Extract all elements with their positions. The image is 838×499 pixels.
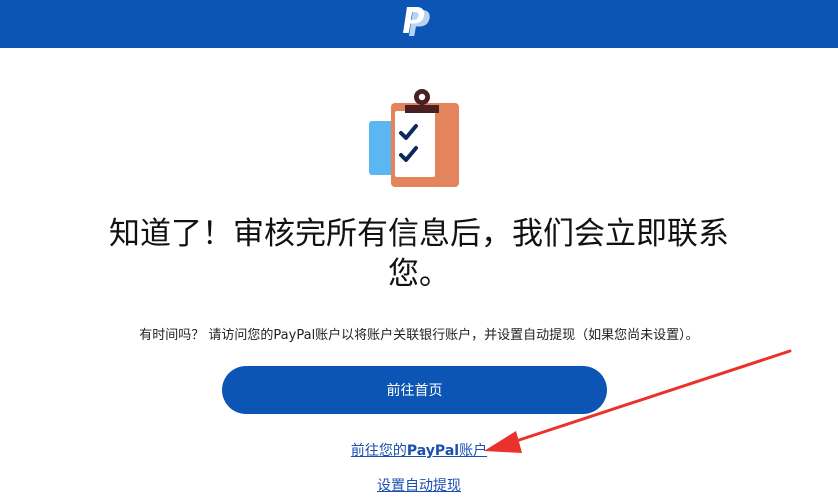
paypal-logo-icon[interactable] — [397, 4, 437, 44]
headline-line-1: 知道了！审核完所有信息后，我们会立即联系 — [109, 216, 729, 252]
top-bar — [0, 0, 838, 48]
page-title: 知道了！审核完所有信息后，我们会立即联系 您。 — [0, 214, 838, 294]
page: 知道了！审核完所有信息后，我们会立即联系 您。 有时间吗？ 请访问您的PayPa… — [0, 0, 838, 499]
account-link-brand: PayPal — [406, 443, 460, 459]
clipboard-checklist-icon — [369, 89, 459, 187]
setup-auto-withdraw-link[interactable]: 设置自动提现 — [0, 475, 838, 495]
account-link-prefix: 前往您的 — [350, 443, 407, 459]
info-text: 有时间吗？ 请访问您的PayPal账户以将账户关联银行账户，并设置自动提现（如果… — [139, 328, 699, 343]
headline-line-2: 您。 — [388, 256, 450, 292]
red-arrow-annotation — [484, 349, 792, 453]
